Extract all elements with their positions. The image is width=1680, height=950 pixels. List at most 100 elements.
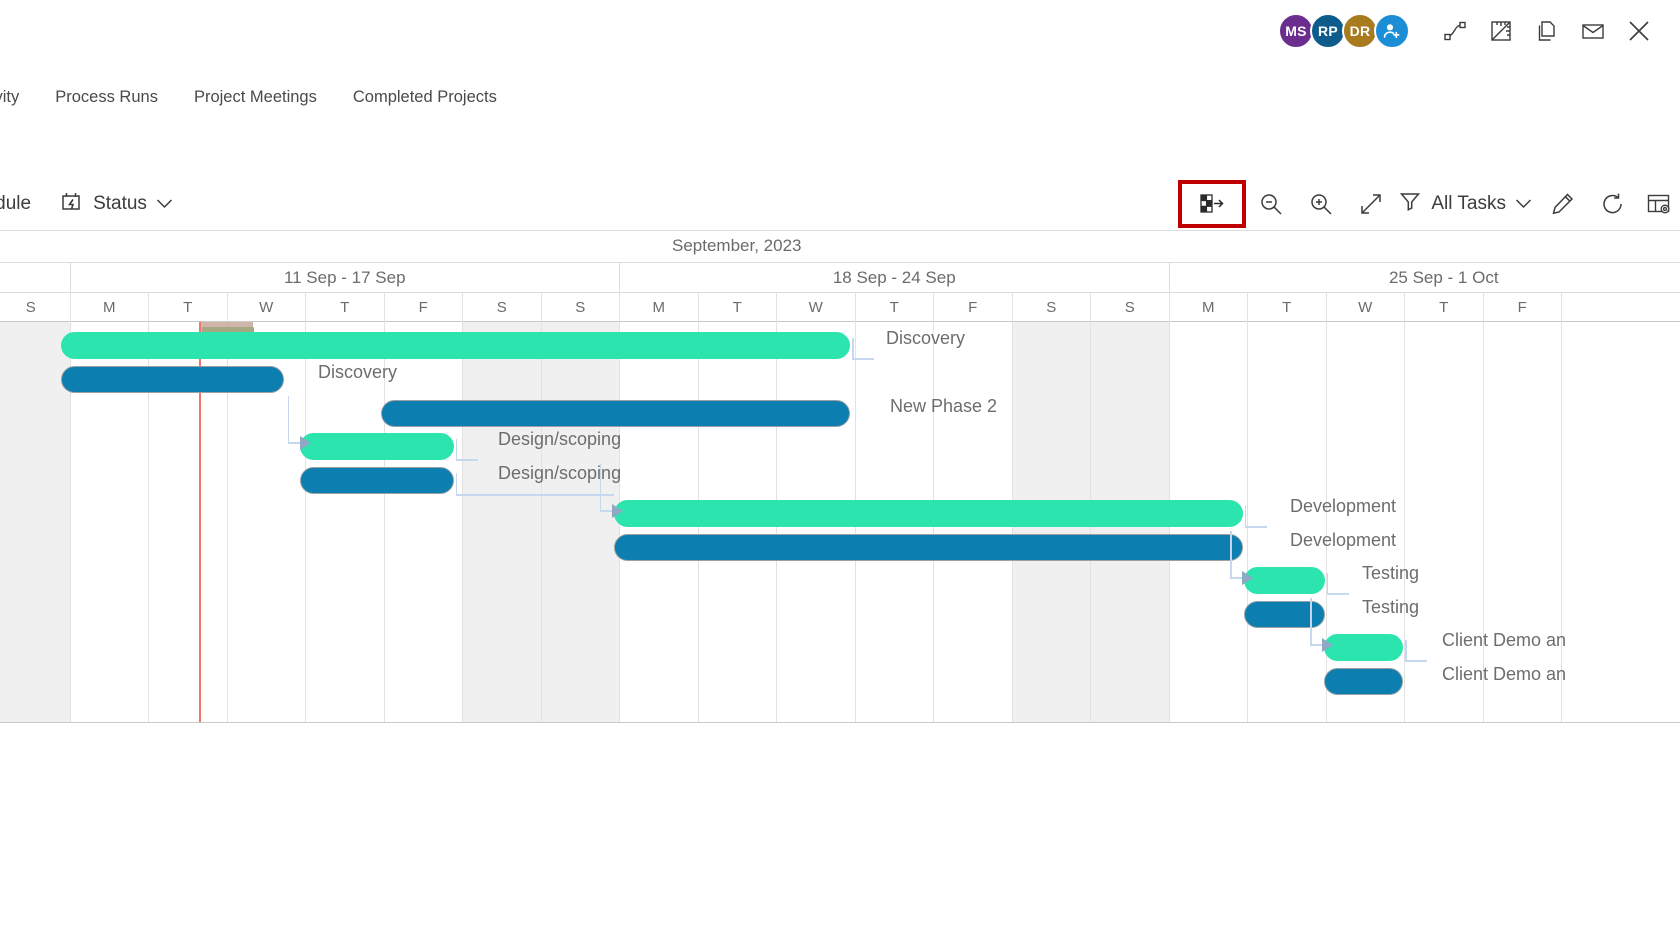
task-bar-actual[interactable] [1324,668,1404,695]
gantt-week-label: 11 Sep - 17 Sep [71,263,620,293]
gantt-toolbar: hedule Status [0,180,1680,228]
task-label: Testing [1362,563,1420,583]
task-bar-planned[interactable] [1324,634,1404,661]
task-connector [852,338,854,358]
task-bar-actual[interactable] [613,534,1243,561]
ruler-icon[interactable] [1478,11,1524,51]
dependency-arrow [611,504,623,518]
avatar-initials: MS [1285,23,1307,39]
tab-process-runs[interactable]: Process Runs [37,88,176,107]
dependency-arrow [299,436,311,450]
task-connector [1244,506,1246,526]
gantt-month-header: September, 2023 [0,230,1680,263]
task-bar-actual[interactable] [299,467,454,494]
calendar-status-icon [59,189,84,220]
gantt-bars-layer: Discovery Discovery New Phase 2 Design/scop… [0,322,1680,722]
task-label: Development [1290,496,1397,516]
gantt-day-label: F [385,293,463,322]
task-connector [455,459,478,461]
gantt-day-label: S [542,293,620,322]
nav-tabs: ctivity Process Runs Project Meetings Co… [0,75,1680,119]
task-label: Discovery [318,362,398,382]
gantt-day-label: T [1405,293,1484,322]
avatar-rp[interactable]: RP [1310,13,1346,49]
tab-activity[interactable]: ctivity [0,88,37,107]
gantt-week-header: 11 Sep - 17 Sep 18 Sep - 24 Sep 25 Sep - 1… [0,263,1680,293]
tab-completed-projects[interactable]: Completed Projects [335,88,515,107]
avatar-initials: DR [1349,23,1371,39]
gantt-day-label: W [1327,293,1405,322]
copy-icon[interactable] [1524,11,1570,51]
zoom-out-button[interactable] [1246,183,1296,225]
gantt-day-label: W [777,293,856,322]
gantt-day-label: T [856,293,934,322]
gantt-day-label: S [0,293,71,322]
task-label: Discovery [886,328,966,348]
dependency-link [455,494,614,496]
gantt-day-label: T [149,293,228,322]
collapse-grid-button[interactable] [1178,180,1247,228]
close-icon[interactable] [1616,11,1662,51]
top-toolbar: MS RP DR [0,0,1680,62]
task-connector [852,358,874,360]
dependency-link [1230,531,1232,577]
task-label: Design/scoping [498,429,622,449]
fit-to-screen-button[interactable] [1346,183,1396,225]
gantt-day-label: W [228,293,306,322]
status-dropdown[interactable]: Status [59,189,173,220]
toolbar-right: All Tasks [1178,180,1680,228]
gantt-day-label: T [1248,293,1327,322]
month-label: September, 2023 [672,236,802,255]
gantt-day-label: M [71,293,149,322]
task-label: Testing [1362,597,1420,617]
refresh-button[interactable] [1588,183,1638,225]
avatar-group: MS RP DR [1278,13,1410,49]
link-icon[interactable] [1432,11,1478,51]
gantt-day-header: SMTWTFSSMTWTFSSMTWTF [0,293,1680,322]
add-user-icon[interactable] [1374,13,1410,49]
funnel-icon [1398,189,1422,219]
task-bar-actual[interactable] [61,366,285,393]
dependency-link [599,464,602,510]
gantt-chart: September, 2023 11 Sep - 17 Sep 18 Sep - … [0,230,1680,732]
task-label: Client Demo an [1442,664,1567,684]
task-bar-actual[interactable] [381,400,850,427]
task-label: Development [1290,530,1397,550]
filter-dropdown[interactable]: All Tasks [1396,189,1538,219]
mail-icon[interactable] [1570,11,1616,51]
task-bar-planned[interactable] [61,332,850,359]
filter-label: All Tasks [1431,193,1506,214]
task-connector [1244,526,1267,528]
status-label: Status [93,193,147,214]
zoom-in-button[interactable] [1296,183,1346,225]
gantt-day-label: M [620,293,699,322]
table-settings-button[interactable] [1638,183,1680,225]
dependency-link [287,396,290,442]
task-bar-planned[interactable] [1244,567,1325,594]
tab-project-meetings[interactable]: Project Meetings [176,88,335,107]
task-connector [1326,593,1349,595]
gantt-day-label: S [463,293,542,322]
task-bar-actual[interactable] [1244,601,1325,628]
dependency-arrow [1242,571,1254,585]
avatar-ms[interactable]: MS [1278,13,1314,49]
task-connector [1405,640,1407,660]
toolbar-left: hedule Status [0,189,173,220]
avatar-dr[interactable]: DR [1342,13,1378,49]
avatar-initials: RP [1317,23,1339,39]
gantt-day-label: S [1091,293,1170,322]
task-bar-planned[interactable] [613,500,1243,527]
chevron-down-icon [156,193,173,215]
gantt-day-label: M [1170,293,1248,322]
task-connector [1326,573,1329,593]
gantt-day-label: F [1484,293,1562,322]
gantt-day-label: T [699,293,777,322]
task-bar-planned[interactable] [299,433,454,460]
task-label: New Phase 2 [890,396,998,416]
task-label: Design/scoping [498,463,622,483]
gantt-week-label: 18 Sep - 24 Sep [620,263,1170,293]
edit-button[interactable] [1538,183,1588,225]
task-connector [455,439,458,459]
gantt-day-label: S [1013,293,1091,322]
task-connector [1405,660,1428,662]
